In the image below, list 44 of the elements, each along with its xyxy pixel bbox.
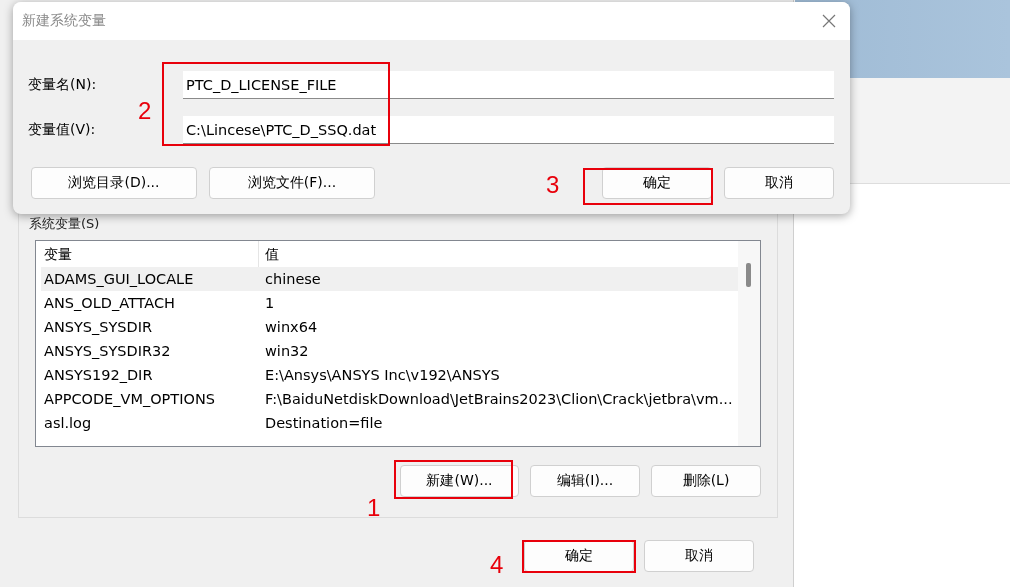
annotation-number: 2 bbox=[138, 98, 152, 124]
dialog-button[interactable]: 取消 bbox=[724, 167, 834, 199]
table-cell-text: E:\Ansys\ANSYS Inc\v192\ANSYS bbox=[264, 367, 501, 383]
variable-row[interactable]: ANSYS192_DIR E:\Ansys\ANSYS Inc\v192\ANSYS bbox=[41, 363, 738, 387]
table-cell-text: ANSYS192_DIR bbox=[43, 367, 154, 383]
input-field[interactable]: PTC_D_LICENSE_FILE bbox=[183, 71, 834, 99]
variable-row[interactable]: ANSYS_SYSDIR winx64 bbox=[41, 315, 738, 339]
scrollbar[interactable] bbox=[738, 241, 760, 446]
browse-button[interactable]: 浏览目录(D)... bbox=[31, 167, 197, 199]
table-cell-text: APPCODE_VM_OPTIONS bbox=[43, 391, 216, 407]
variable-row[interactable]: ADAMS_GUI_LOCALE chinese bbox=[41, 267, 738, 291]
annotation-number: 1 bbox=[367, 495, 381, 521]
table-cell-text: chinese bbox=[264, 271, 322, 287]
table-cell-text: ANS_OLD_ATTACH bbox=[43, 295, 176, 311]
close-icon[interactable] bbox=[822, 14, 836, 28]
annotation-number: 3 bbox=[546, 172, 560, 198]
variable-row[interactable]: ANSYS_SYSDIR32 win32 bbox=[41, 339, 738, 363]
table-cell-text: winx64 bbox=[264, 319, 319, 335]
table-cell-text: Destination=file bbox=[264, 415, 384, 431]
variable-row[interactable]: APPCODE_VM_OPTIONS F:\BaiduNetdiskDownload\JetBrains2023\Clion\Crack\jetbra\vm... bbox=[41, 387, 738, 411]
table-cell-text: ANSYS_SYSDIR32 bbox=[43, 343, 172, 359]
window-title: 新建系统变量 bbox=[22, 12, 106, 30]
field-label: 变量名(N): bbox=[28, 76, 98, 94]
table-cell-text: asl.log bbox=[43, 415, 93, 431]
group-label: 系统变量(S) bbox=[29, 216, 100, 232]
column-header[interactable]: 值 bbox=[259, 241, 738, 267]
table-cell-text: ANSYS_SYSDIR bbox=[43, 319, 154, 335]
table-cell-text: ADAMS_GUI_LOCALE bbox=[43, 271, 195, 287]
table-cell-text: 1 bbox=[264, 295, 276, 311]
browse-button[interactable]: 浏览文件(F)... bbox=[209, 167, 375, 199]
dialog-button[interactable]: 确定 bbox=[602, 167, 712, 199]
table-cell-text: win32 bbox=[264, 343, 310, 359]
variable-row[interactable]: asl.log Destination=file bbox=[41, 411, 738, 435]
dialog-button[interactable]: 取消 bbox=[644, 540, 754, 572]
variable-row[interactable]: ANS_OLD_ATTACH 1 bbox=[41, 291, 738, 315]
list-action-button[interactable]: 编辑(I)... bbox=[530, 465, 640, 497]
input-field[interactable]: C:\Lincese\PTC_D_SSQ.dat bbox=[183, 116, 834, 144]
table-cell-text: F:\BaiduNetdiskDownload\JetBrains2023\Clion\Crack\jetbra\vm... bbox=[264, 391, 734, 407]
scrollbar-thumb[interactable] bbox=[746, 263, 751, 287]
list-action-button[interactable]: 删除(L) bbox=[651, 465, 761, 497]
annotation-number: 4 bbox=[490, 552, 504, 578]
list-action-button[interactable]: 新建(W)... bbox=[400, 465, 519, 497]
field-label: 变量值(V): bbox=[28, 121, 97, 139]
dialog-button[interactable]: 确定 bbox=[524, 540, 634, 572]
